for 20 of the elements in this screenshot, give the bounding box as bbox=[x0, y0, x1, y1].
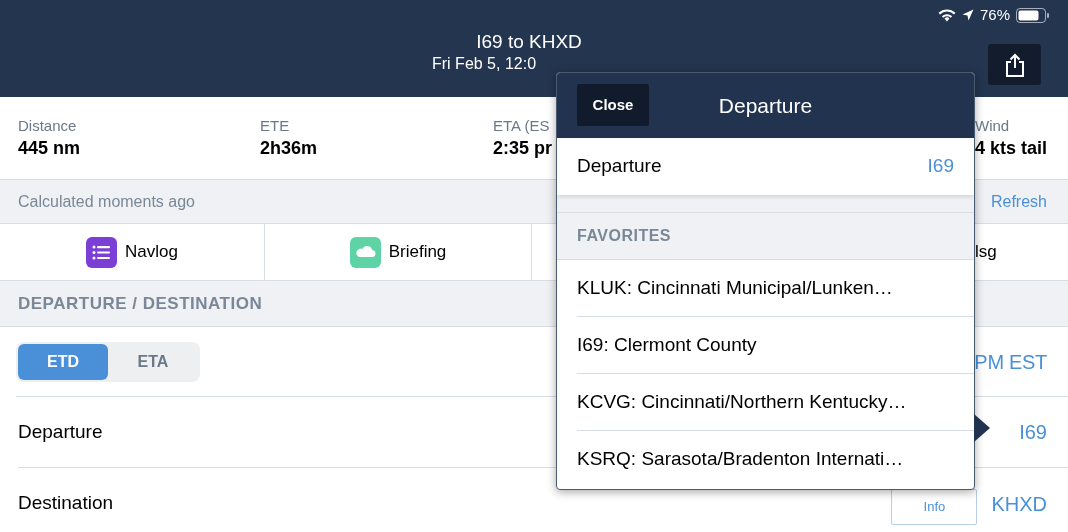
stat-label: Distance bbox=[18, 116, 78, 136]
stat-value: 2:35 pr bbox=[493, 137, 554, 160]
stat-label: ETE bbox=[260, 116, 291, 136]
section-title: DEPARTURE / DESTINATION bbox=[18, 292, 263, 315]
battery-percent: 76% bbox=[979, 4, 1010, 25]
section-title: FAVORITES bbox=[577, 226, 671, 246]
calculated-note: Calculated moments ago bbox=[18, 191, 195, 212]
airport-code: I69 bbox=[927, 154, 954, 179]
row-label: Departure bbox=[18, 419, 103, 444]
stat-label: ETA (ES bbox=[493, 116, 551, 136]
stat-value: 2h36m bbox=[260, 137, 319, 160]
stat-value: 445 nm bbox=[18, 137, 82, 160]
window-title: I69 to KHXD bbox=[476, 30, 582, 54]
flight-date: Fri Feb 5, 12:0 bbox=[432, 54, 537, 74]
popover-title: Departure bbox=[718, 92, 813, 119]
row-label: Departure bbox=[577, 154, 662, 179]
time-value: PM EST bbox=[974, 349, 1047, 375]
stat-label: Wind bbox=[975, 116, 1011, 136]
row-label: Destination bbox=[18, 491, 114, 516]
stat-value: 4 kts tail bbox=[975, 137, 1049, 160]
